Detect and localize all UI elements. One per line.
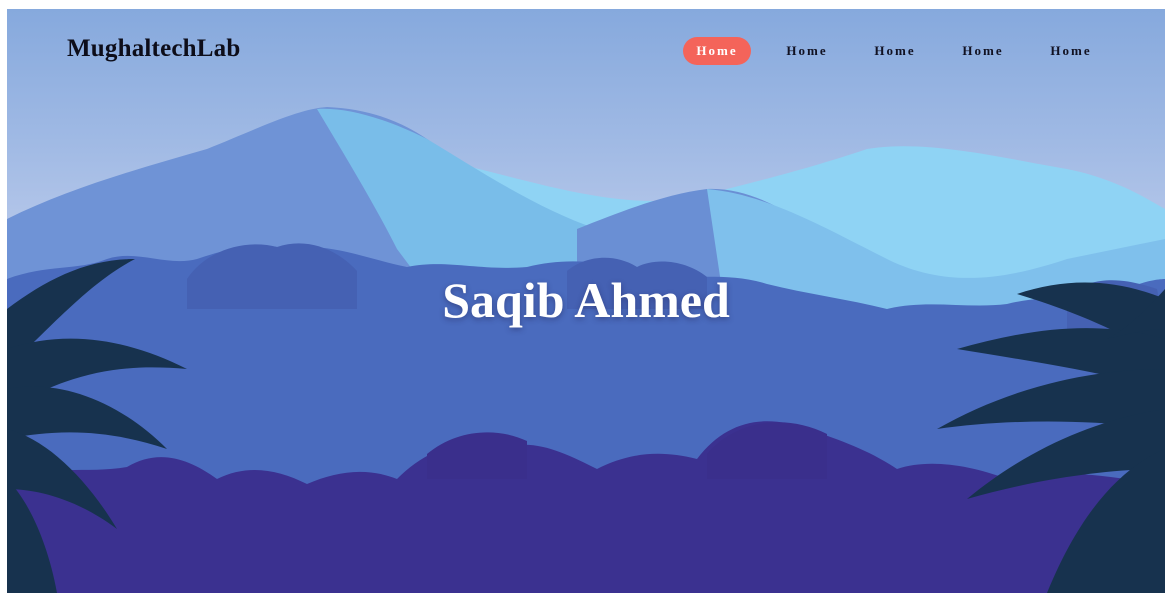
nav-item-3[interactable]: Home bbox=[863, 38, 927, 64]
main-nav: Home Home Home Home Home bbox=[683, 37, 1103, 65]
brand-logo[interactable]: MughaltechLab bbox=[67, 35, 240, 63]
hero-title: Saqib Ahmed bbox=[442, 272, 730, 328]
hero-section: MughaltechLab Home Home Home Home Home S… bbox=[7, 9, 1165, 593]
nav-item-2[interactable]: Home bbox=[775, 38, 839, 64]
nav-item-4[interactable]: Home bbox=[951, 38, 1015, 64]
nav-item-home-active[interactable]: Home bbox=[683, 37, 751, 65]
nav-item-5[interactable]: Home bbox=[1039, 38, 1103, 64]
